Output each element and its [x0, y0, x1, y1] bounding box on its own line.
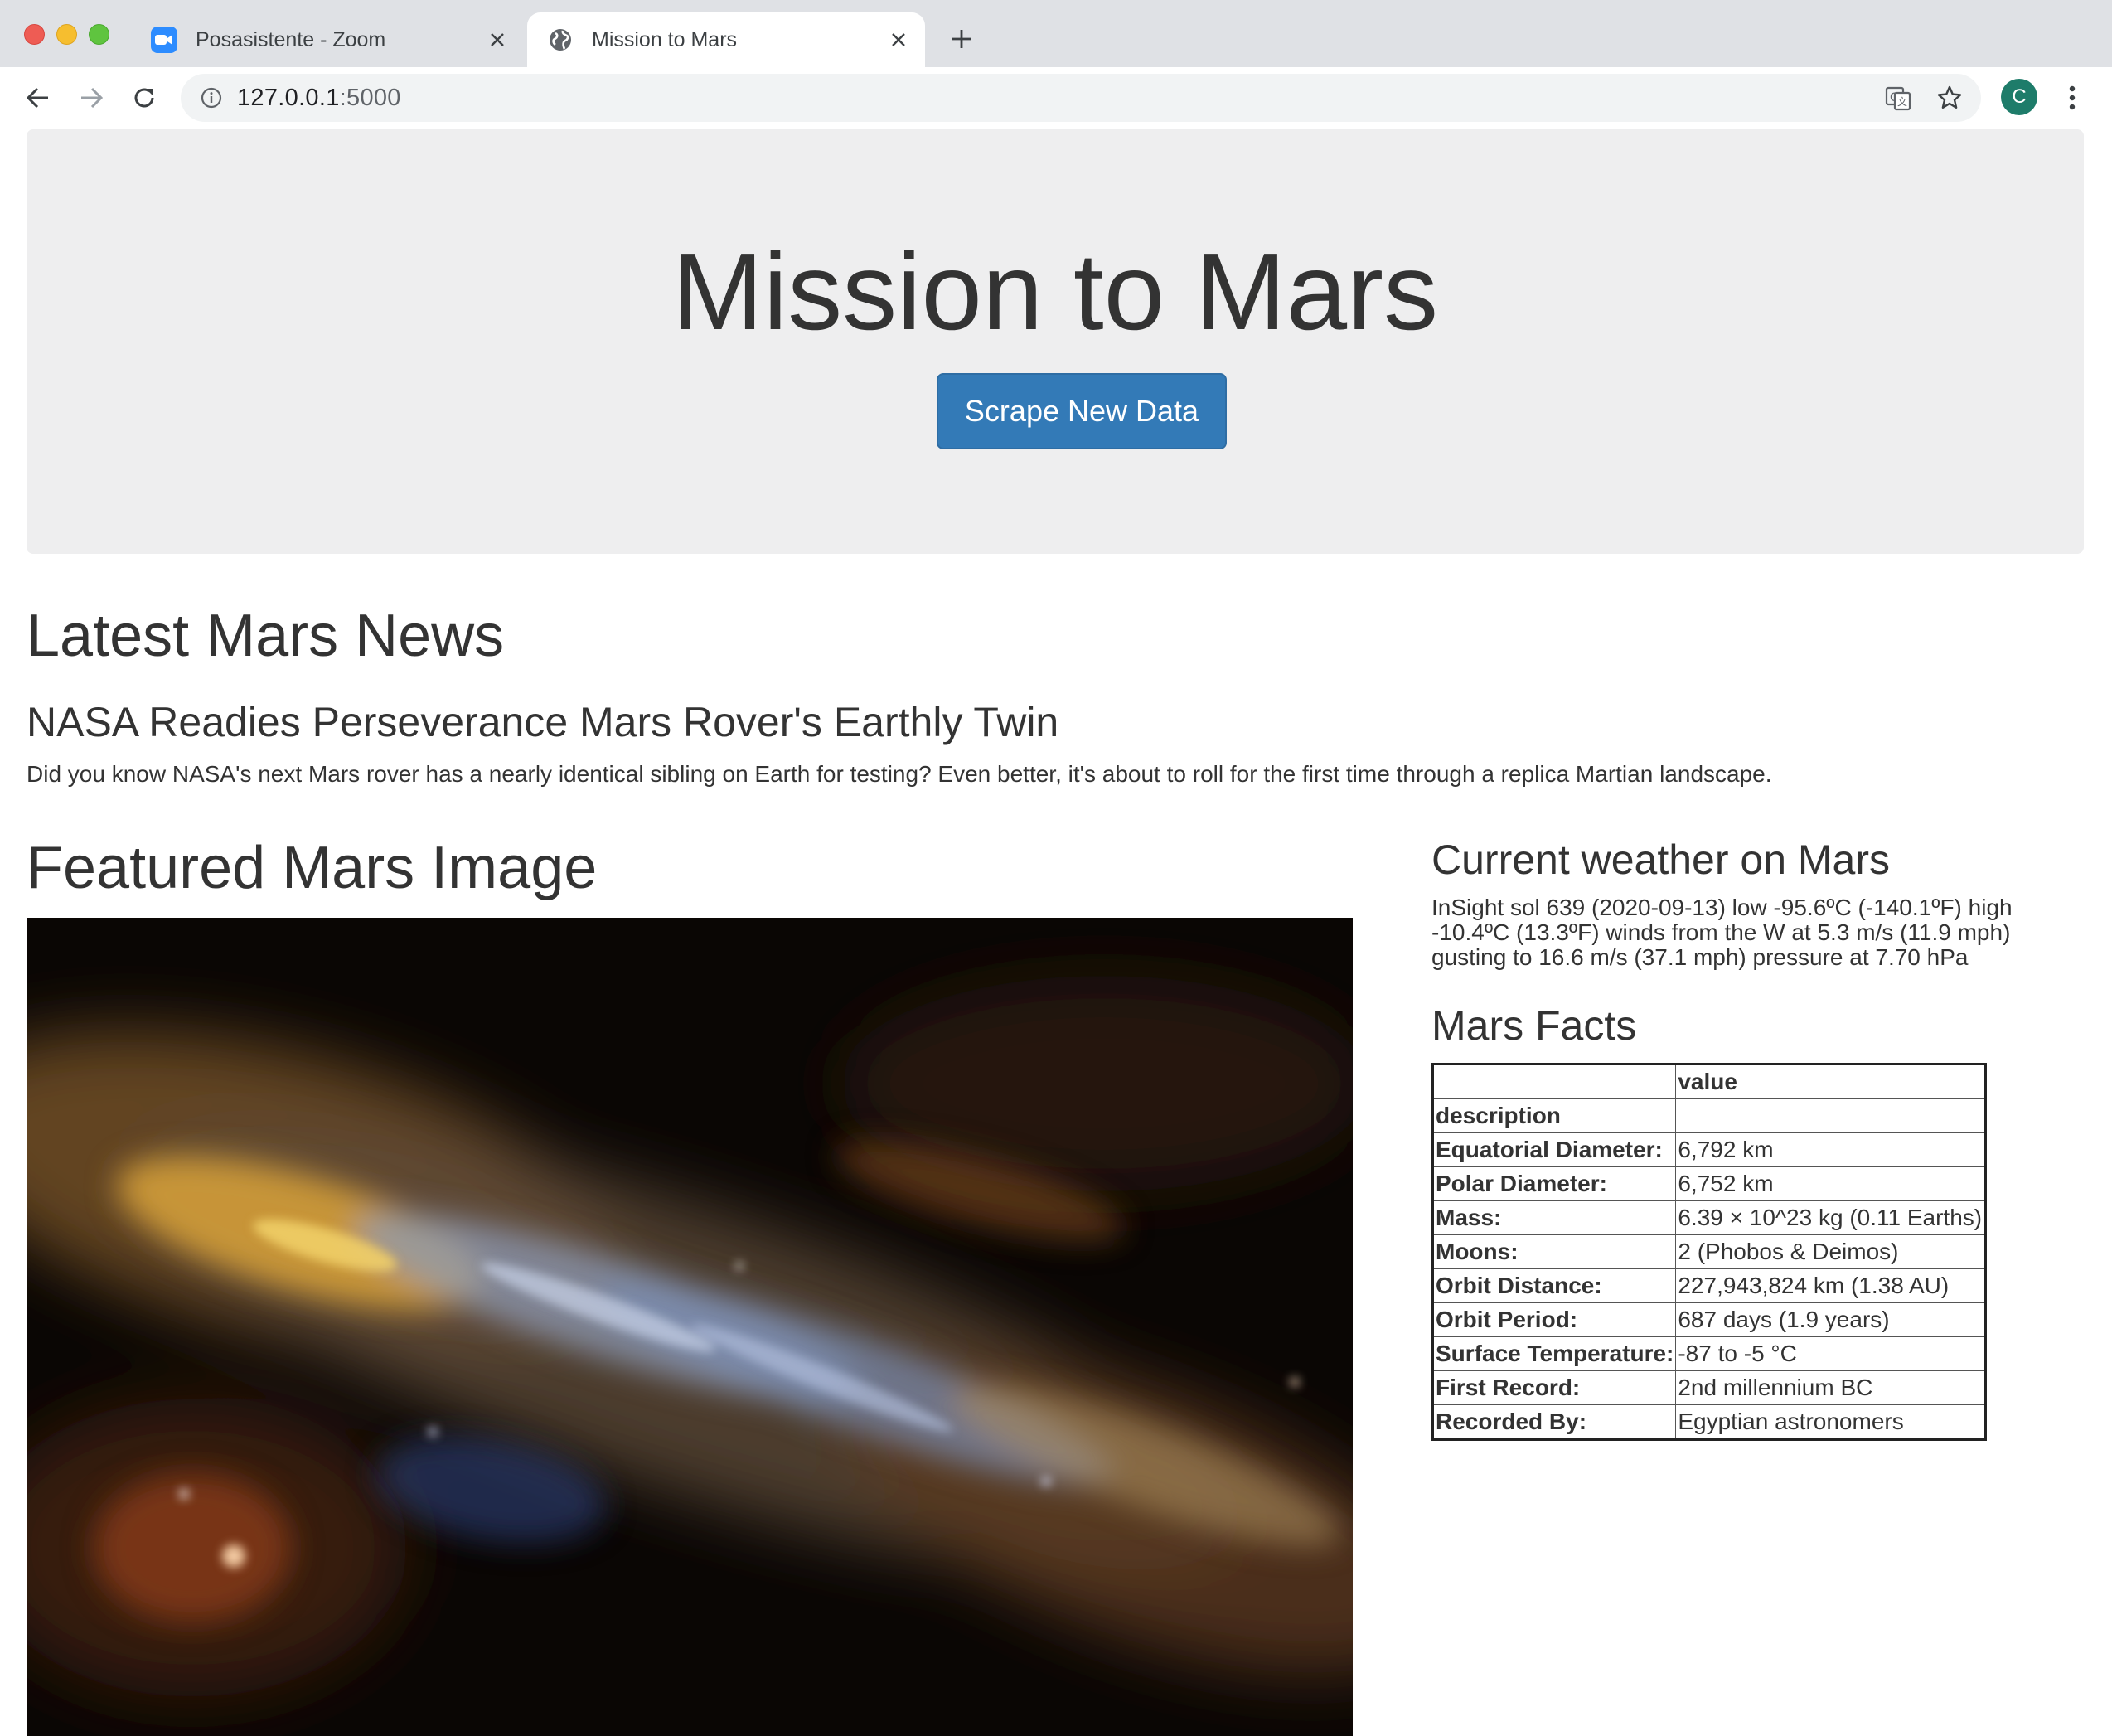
page-title: Mission to Mars: [671, 230, 1439, 352]
bookmark-star-icon[interactable]: [1933, 81, 1966, 114]
address-bar[interactable]: 127.0.0.1:5000 G文: [181, 74, 1981, 122]
table-row: Moons: 2 (Phobos & Deimos): [1431, 1234, 1987, 1269]
new-tab-plus-icon[interactable]: [945, 22, 978, 56]
table-header-cell: [1431, 1064, 1677, 1099]
table-header-cell: [1675, 1098, 1987, 1133]
fact-label: Surface Temperature:: [1431, 1336, 1677, 1371]
fact-value: Egyptian astronomers: [1675, 1404, 1987, 1440]
url-host: 127.0.0.1: [237, 84, 340, 111]
back-arrow-icon[interactable]: [21, 80, 56, 115]
table-header-cell: value: [1675, 1064, 1987, 1099]
translate-icon[interactable]: G文: [1882, 81, 1915, 114]
weather-text: InSight sol 639 (2020-09-13) low -95.6ºC…: [1431, 895, 2013, 970]
fact-label: Equatorial Diameter:: [1431, 1132, 1677, 1167]
fact-label: Moons:: [1431, 1234, 1677, 1269]
url-text: 127.0.0.1:5000: [237, 85, 401, 112]
featured-mars-image[interactable]: [27, 918, 1353, 1736]
browser-tab-bar: Posasistente - Zoom Mission to Mars: [0, 0, 2112, 67]
scrape-new-data-button[interactable]: Scrape New Data: [937, 373, 1227, 449]
news-title: NASA Readies Perseverance Mars Rover's E…: [27, 699, 1059, 745]
fact-label: Orbit Period:: [1431, 1302, 1677, 1337]
table-row: Recorded By: Egyptian astronomers: [1431, 1404, 1987, 1440]
table-row: Mass: 6.39 × 10^23 kg (0.11 Earths): [1431, 1200, 1987, 1235]
fact-label: First Record:: [1431, 1370, 1677, 1405]
fact-label: Orbit Distance:: [1431, 1268, 1677, 1303]
table-row: Orbit Period: 687 days (1.9 years): [1431, 1302, 1987, 1337]
tab-mission-to-mars[interactable]: Mission to Mars: [527, 12, 925, 67]
table-row: First Record: 2nd millennium BC: [1431, 1370, 1987, 1405]
window-zoom-button[interactable]: [89, 24, 109, 45]
fact-value: 6.39 × 10^23 kg (0.11 Earths): [1675, 1200, 1987, 1235]
table-row: Polar Diameter: 6,752 km: [1431, 1166, 1987, 1201]
jumbotron: Mission to Mars Scrape New Data: [27, 129, 2084, 554]
table-row: Equatorial Diameter: 6,792 km: [1431, 1132, 1987, 1167]
fact-label: Polar Diameter:: [1431, 1166, 1677, 1201]
url-port: :5000: [339, 84, 401, 111]
fact-value: 2nd millennium BC: [1675, 1370, 1987, 1405]
table-header-row: value: [1431, 1064, 1987, 1099]
table-index-label: description: [1431, 1098, 1677, 1133]
browser-toolbar: 127.0.0.1:5000 G文 C: [0, 67, 2112, 129]
zoom-camera-icon: [151, 27, 177, 53]
fact-label: Mass:: [1431, 1200, 1677, 1235]
window-minimize-button[interactable]: [56, 24, 77, 45]
close-icon[interactable]: [882, 23, 915, 56]
table-index-row: description: [1431, 1098, 1987, 1133]
fact-value: 6,752 km: [1675, 1166, 1987, 1201]
fact-value: -87 to -5 °C: [1675, 1336, 1987, 1371]
mars-facts-table: value description Equatorial Diameter: 6,…: [1431, 1063, 1988, 1441]
close-icon[interactable]: [481, 23, 514, 56]
forward-arrow-icon[interactable]: [74, 80, 109, 115]
tab-title: Posasistente - Zoom: [196, 27, 386, 51]
window-close-button[interactable]: [24, 24, 45, 45]
fact-label: Recorded By:: [1431, 1404, 1677, 1440]
tab-zoom[interactable]: Posasistente - Zoom: [134, 12, 524, 67]
globe-icon: [547, 27, 574, 53]
latest-news-heading: Latest Mars News: [27, 603, 505, 669]
more-menu-icon[interactable]: [2056, 80, 2089, 115]
info-icon[interactable]: [199, 85, 224, 110]
fact-value: 2 (Phobos & Deimos): [1675, 1234, 1987, 1269]
fact-value: 6,792 km: [1675, 1132, 1987, 1167]
weather-heading: Current weather on Mars: [1431, 836, 1891, 883]
mars-facts-heading: Mars Facts: [1431, 1002, 1637, 1049]
tab-title: Mission to Mars: [592, 27, 738, 51]
page-viewport: Mission to Mars Scrape New Data Latest M…: [0, 129, 2112, 1736]
svg-text:文: 文: [1897, 95, 1907, 108]
fact-value: 227,943,824 km (1.38 AU): [1675, 1268, 1987, 1303]
news-paragraph: Did you know NASA's next Mars rover has …: [27, 761, 1772, 787]
fact-value: 687 days (1.9 years): [1675, 1302, 1987, 1337]
reload-icon[interactable]: [127, 80, 162, 115]
profile-avatar[interactable]: C: [2001, 79, 2037, 115]
featured-image-heading: Featured Mars Image: [27, 835, 598, 901]
table-row: Orbit Distance: 227,943,824 km (1.38 AU): [1431, 1268, 1987, 1303]
table-row: Surface Temperature: -87 to -5 °C: [1431, 1336, 1987, 1371]
